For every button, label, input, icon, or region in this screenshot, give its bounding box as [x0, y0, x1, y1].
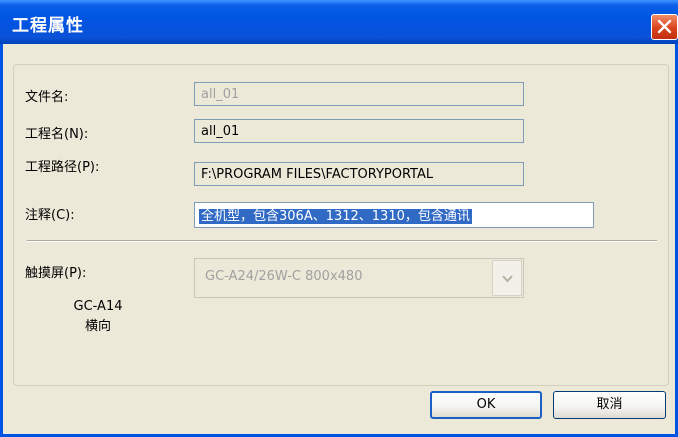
ok-button[interactable]: OK	[430, 391, 542, 419]
preview-orientation: 横向	[84, 319, 111, 334]
close-icon	[657, 19, 672, 34]
comment-label: 注释(C):	[25, 208, 75, 223]
dialog-title: 工程属性	[12, 16, 84, 36]
filename-label: 文件名:	[25, 90, 69, 105]
project-properties-dialog: 工程属性 文件名: all_01 工程名(N): all_01 工程路径(P):…	[0, 0, 678, 437]
project-path-field[interactable]: F:\PROGRAM FILES\FACTORYPORTAL	[194, 162, 524, 186]
chevron-down-icon	[502, 275, 513, 283]
touchscreen-selected-value: GC-A24/26W-C 800x480	[205, 269, 363, 284]
comment-selected-text: 全机型，包含306A、1312、1310，包含通讯	[199, 209, 472, 224]
project-path-label: 工程路径(P):	[25, 160, 100, 175]
touchscreen-preview: GC-A14 横向	[56, 297, 140, 337]
comment-input[interactable]: 全机型，包含306A、1312、1310，包含通讯	[194, 202, 594, 228]
touchscreen-label: 触摸屏(P):	[25, 266, 87, 281]
touchscreen-select: GC-A24/26W-C 800x480	[194, 258, 524, 298]
touchscreen-dropdown-button	[492, 260, 522, 296]
cancel-button[interactable]: 取消	[553, 391, 666, 419]
section-divider	[27, 240, 657, 242]
project-name-field[interactable]: all_01	[194, 119, 524, 143]
close-button[interactable]	[651, 14, 678, 40]
filename-field: all_01	[194, 82, 524, 106]
project-name-label: 工程名(N):	[25, 127, 89, 142]
preview-model: GC-A14	[73, 299, 123, 314]
title-bar[interactable]: 工程属性	[0, 0, 678, 44]
